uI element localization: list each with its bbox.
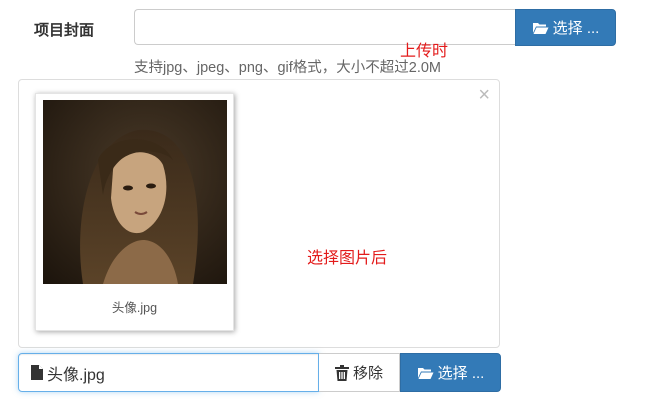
bottom-select-file-button-label: 选择 ... xyxy=(437,365,485,382)
selected-file-name: 头像.jpg xyxy=(47,366,105,384)
file-icon xyxy=(31,365,43,380)
image-thumbnail-card: 头像.jpg xyxy=(35,93,234,331)
thumbnail-caption: 头像.jpg xyxy=(111,301,158,315)
bottom-select-file-button[interactable]: 选择 ... xyxy=(400,353,501,392)
portrait-photo xyxy=(43,100,227,284)
cover-file-input[interactable] xyxy=(134,9,516,45)
trash-icon xyxy=(334,364,349,381)
image-preview-panel: × 头像.jpg xyxy=(18,79,500,348)
file-format-hint: 支持jpg、jpeg、png、gif格式，大小不超过2.0M xyxy=(134,60,442,76)
remove-button[interactable]: 移除 xyxy=(319,353,400,392)
selected-file-field[interactable]: 头像.jpg xyxy=(18,353,319,392)
folder-open-icon xyxy=(417,366,434,380)
after-select-annotation: 选择图片后 xyxy=(307,250,388,267)
close-preview-icon[interactable]: × xyxy=(478,85,490,105)
folder-open-icon xyxy=(532,21,549,35)
cover-label: 项目封面 xyxy=(34,22,95,39)
select-file-button[interactable]: 选择 ... xyxy=(515,9,616,46)
remove-button-label: 移除 xyxy=(352,365,383,382)
select-file-button-label: 选择 ... xyxy=(552,20,600,37)
